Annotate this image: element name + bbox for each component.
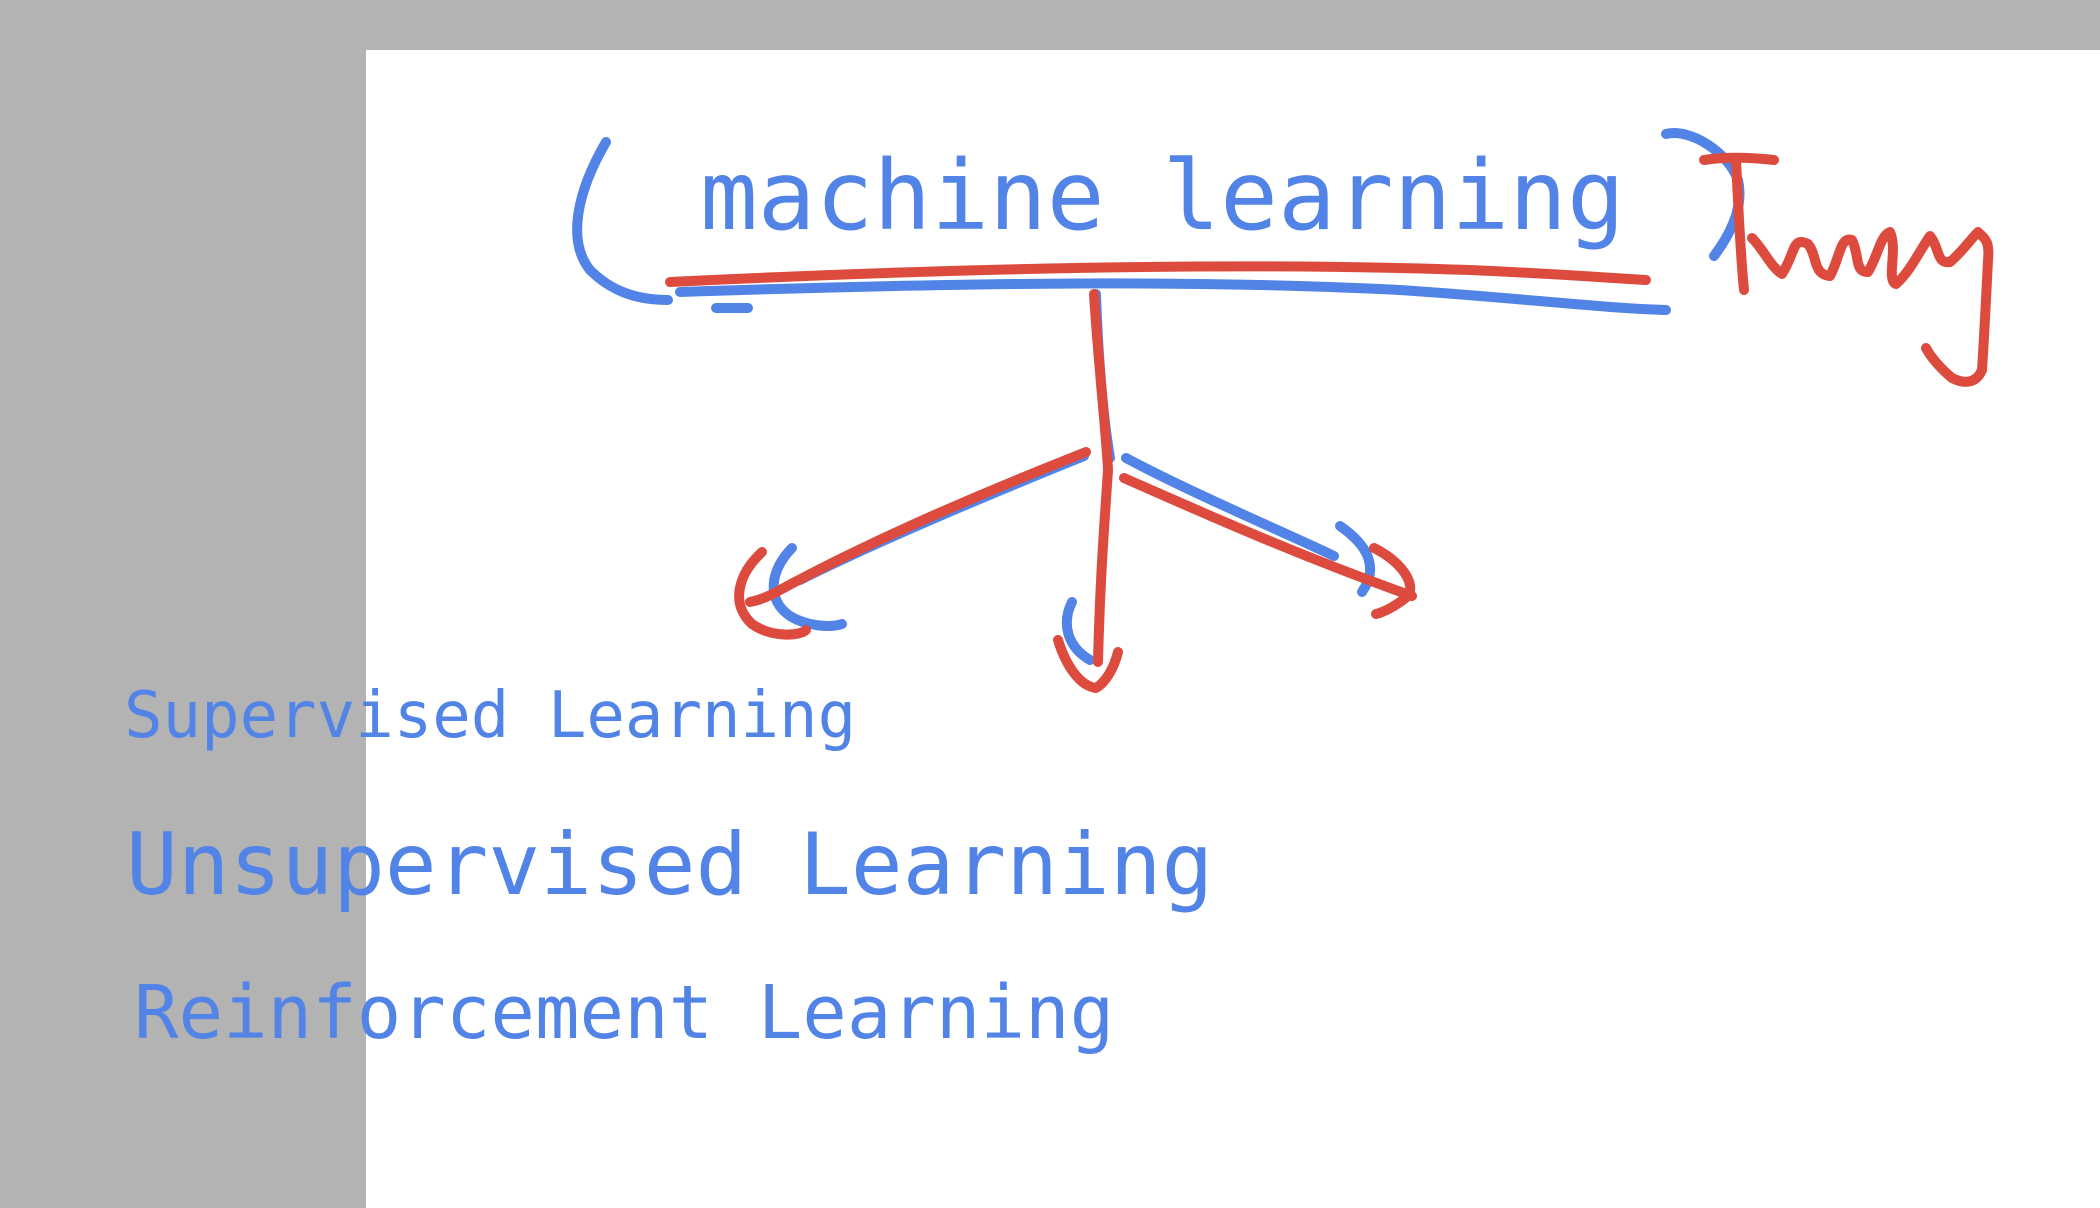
branch-supervised-learning: Supervised Learning	[124, 679, 857, 753]
branch-reinforcement-learning: Reinforcement Learning	[134, 970, 1115, 1056]
window-top-bar	[0, 0, 2100, 50]
branch-unsupervised-learning: Unsupervised Learning	[126, 815, 1214, 915]
title-machine-learning: machine learning	[700, 140, 1625, 252]
